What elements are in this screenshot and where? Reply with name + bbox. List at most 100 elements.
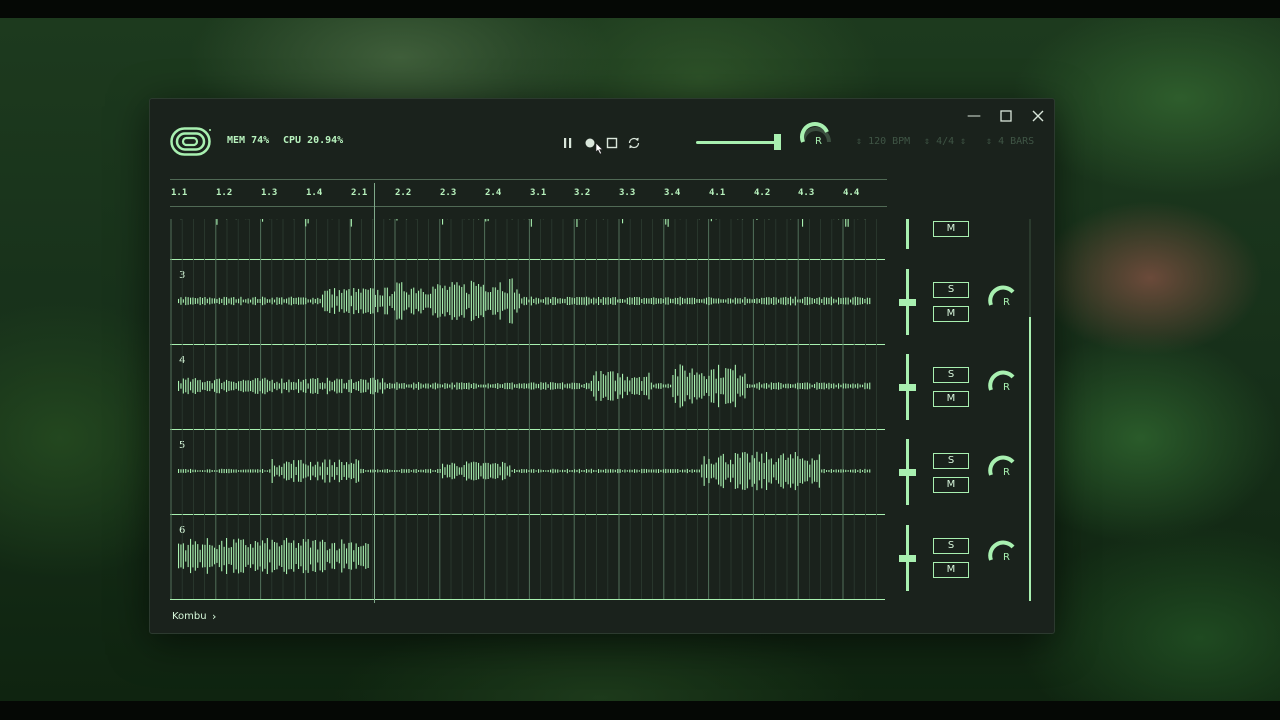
track-row[interactable]: 3 bbox=[170, 259, 885, 345]
track-fader[interactable] bbox=[898, 525, 918, 591]
waveform-bar bbox=[802, 219, 804, 227]
waveform-bar bbox=[722, 377, 724, 395]
minimize-icon[interactable]: — bbox=[964, 107, 984, 125]
waveform-bar bbox=[343, 543, 345, 569]
waveform-bar bbox=[420, 469, 422, 473]
waveform-bar bbox=[233, 297, 235, 306]
ruler-tick: 4.3 bbox=[798, 188, 815, 198]
mute-button[interactable]: M bbox=[933, 221, 969, 237]
master-volume-handle[interactable] bbox=[774, 134, 781, 150]
track-fader[interactable] bbox=[898, 269, 918, 335]
waveform-bar bbox=[655, 383, 657, 389]
waveform-bar bbox=[286, 298, 288, 304]
waveform-bar bbox=[850, 384, 852, 388]
mute-button[interactable]: M bbox=[933, 477, 969, 493]
track-row[interactable]: 6 bbox=[170, 514, 885, 600]
solo-button[interactable]: S bbox=[933, 538, 969, 554]
ruler-tick: 1.4 bbox=[306, 188, 323, 198]
waveform-bar bbox=[295, 297, 297, 305]
waveform-bar bbox=[732, 464, 734, 478]
waveform-bar bbox=[732, 299, 734, 303]
track-knob-label: R bbox=[1003, 467, 1010, 478]
waveform-bar bbox=[847, 297, 849, 305]
waveform-bar bbox=[612, 371, 614, 401]
waveform-bar bbox=[305, 219, 307, 227]
waveform-bar bbox=[737, 453, 739, 489]
waveform-bar bbox=[643, 468, 645, 473]
waveform-bar bbox=[502, 461, 504, 481]
waveform-bar bbox=[653, 469, 655, 473]
waveform-bar bbox=[494, 383, 496, 389]
waveform-bar bbox=[744, 452, 746, 490]
waveform-bar bbox=[478, 284, 480, 319]
waveform-bar bbox=[348, 379, 350, 393]
waveform-bar bbox=[192, 297, 194, 305]
waveform-bar bbox=[322, 539, 324, 573]
playhead[interactable] bbox=[374, 183, 375, 603]
waveform-bar bbox=[595, 371, 597, 401]
mute-button[interactable]: M bbox=[933, 391, 969, 407]
mute-button[interactable]: M bbox=[933, 306, 969, 322]
waveform-bar bbox=[324, 383, 326, 389]
waveform-bar bbox=[264, 470, 266, 472]
tracks-area[interactable]: 3 4 5 6 bbox=[170, 219, 885, 701]
waveform-bar bbox=[461, 382, 463, 390]
loop-icon[interactable] bbox=[627, 135, 641, 149]
bpm-field[interactable]: ⇕ 120 BPM bbox=[856, 136, 910, 147]
waveform-bar bbox=[444, 467, 446, 475]
waveform-bar bbox=[542, 382, 544, 390]
maximize-icon[interactable] bbox=[996, 107, 1016, 125]
pause-icon[interactable] bbox=[561, 135, 575, 149]
mute-button[interactable]: M bbox=[933, 562, 969, 578]
waveform-bar bbox=[439, 384, 441, 388]
waveform-bar bbox=[178, 543, 180, 569]
waveform-bar bbox=[250, 381, 252, 392]
waveform-bar bbox=[365, 470, 367, 472]
waveform-bar bbox=[518, 469, 520, 473]
solo-button[interactable]: S bbox=[933, 282, 969, 298]
track-row[interactable]: 5 bbox=[170, 429, 885, 515]
waveform-bar bbox=[307, 539, 309, 573]
waveform-bar bbox=[230, 381, 232, 391]
tracks-scrollbar[interactable] bbox=[1029, 219, 1031, 601]
waveform-bar bbox=[804, 297, 806, 305]
waveform-bar bbox=[298, 543, 300, 569]
close-icon[interactable] bbox=[1028, 107, 1048, 125]
waveform-bar bbox=[485, 219, 487, 222]
scrollbar-thumb[interactable] bbox=[1029, 317, 1031, 601]
waveform-bar bbox=[648, 469, 650, 473]
stop-icon[interactable] bbox=[605, 135, 619, 149]
waveform-bar bbox=[346, 290, 348, 312]
waveform-bar bbox=[499, 282, 501, 320]
waveform-bar bbox=[178, 298, 180, 304]
waveform-bar bbox=[209, 544, 211, 568]
waveform-bar bbox=[269, 549, 271, 563]
waveform-bar bbox=[790, 296, 792, 306]
master-volume-slider[interactable] bbox=[696, 141, 776, 144]
waveform-bar bbox=[487, 383, 489, 389]
signature-field[interactable]: ⇕ 4/4 ⇕ bbox=[924, 136, 966, 147]
waveform-bar bbox=[595, 470, 597, 472]
track-row[interactable]: 4 bbox=[170, 344, 885, 430]
waveform-bar bbox=[761, 453, 763, 489]
track-row[interactable] bbox=[170, 219, 885, 260]
waveform-bar bbox=[250, 469, 252, 473]
breadcrumb[interactable]: Kombu bbox=[172, 611, 207, 622]
waveform-bar bbox=[475, 285, 477, 316]
track-fader[interactable] bbox=[898, 219, 918, 249]
track-fader[interactable] bbox=[898, 439, 918, 505]
waveform-bar bbox=[600, 469, 602, 473]
waveform-bar bbox=[847, 470, 849, 472]
waveform-bar bbox=[857, 297, 859, 305]
waveform-bar bbox=[206, 538, 208, 574]
timeline-ruler[interactable]: 1.1 1.2 1.3 1.4 2.1 2.2 2.3 2.4 3.1 3.2 … bbox=[170, 179, 887, 207]
waveform-bar bbox=[554, 297, 556, 305]
waveform-bar bbox=[542, 470, 544, 472]
waveform-bar bbox=[552, 382, 554, 390]
bars-field[interactable]: ⇕ 4 BARS bbox=[986, 136, 1034, 147]
track-fader[interactable] bbox=[898, 354, 918, 420]
waveform-bar bbox=[281, 297, 283, 305]
solo-button[interactable]: S bbox=[933, 367, 969, 383]
chevron-right-icon[interactable]: › bbox=[212, 610, 216, 623]
solo-button[interactable]: S bbox=[933, 453, 969, 469]
